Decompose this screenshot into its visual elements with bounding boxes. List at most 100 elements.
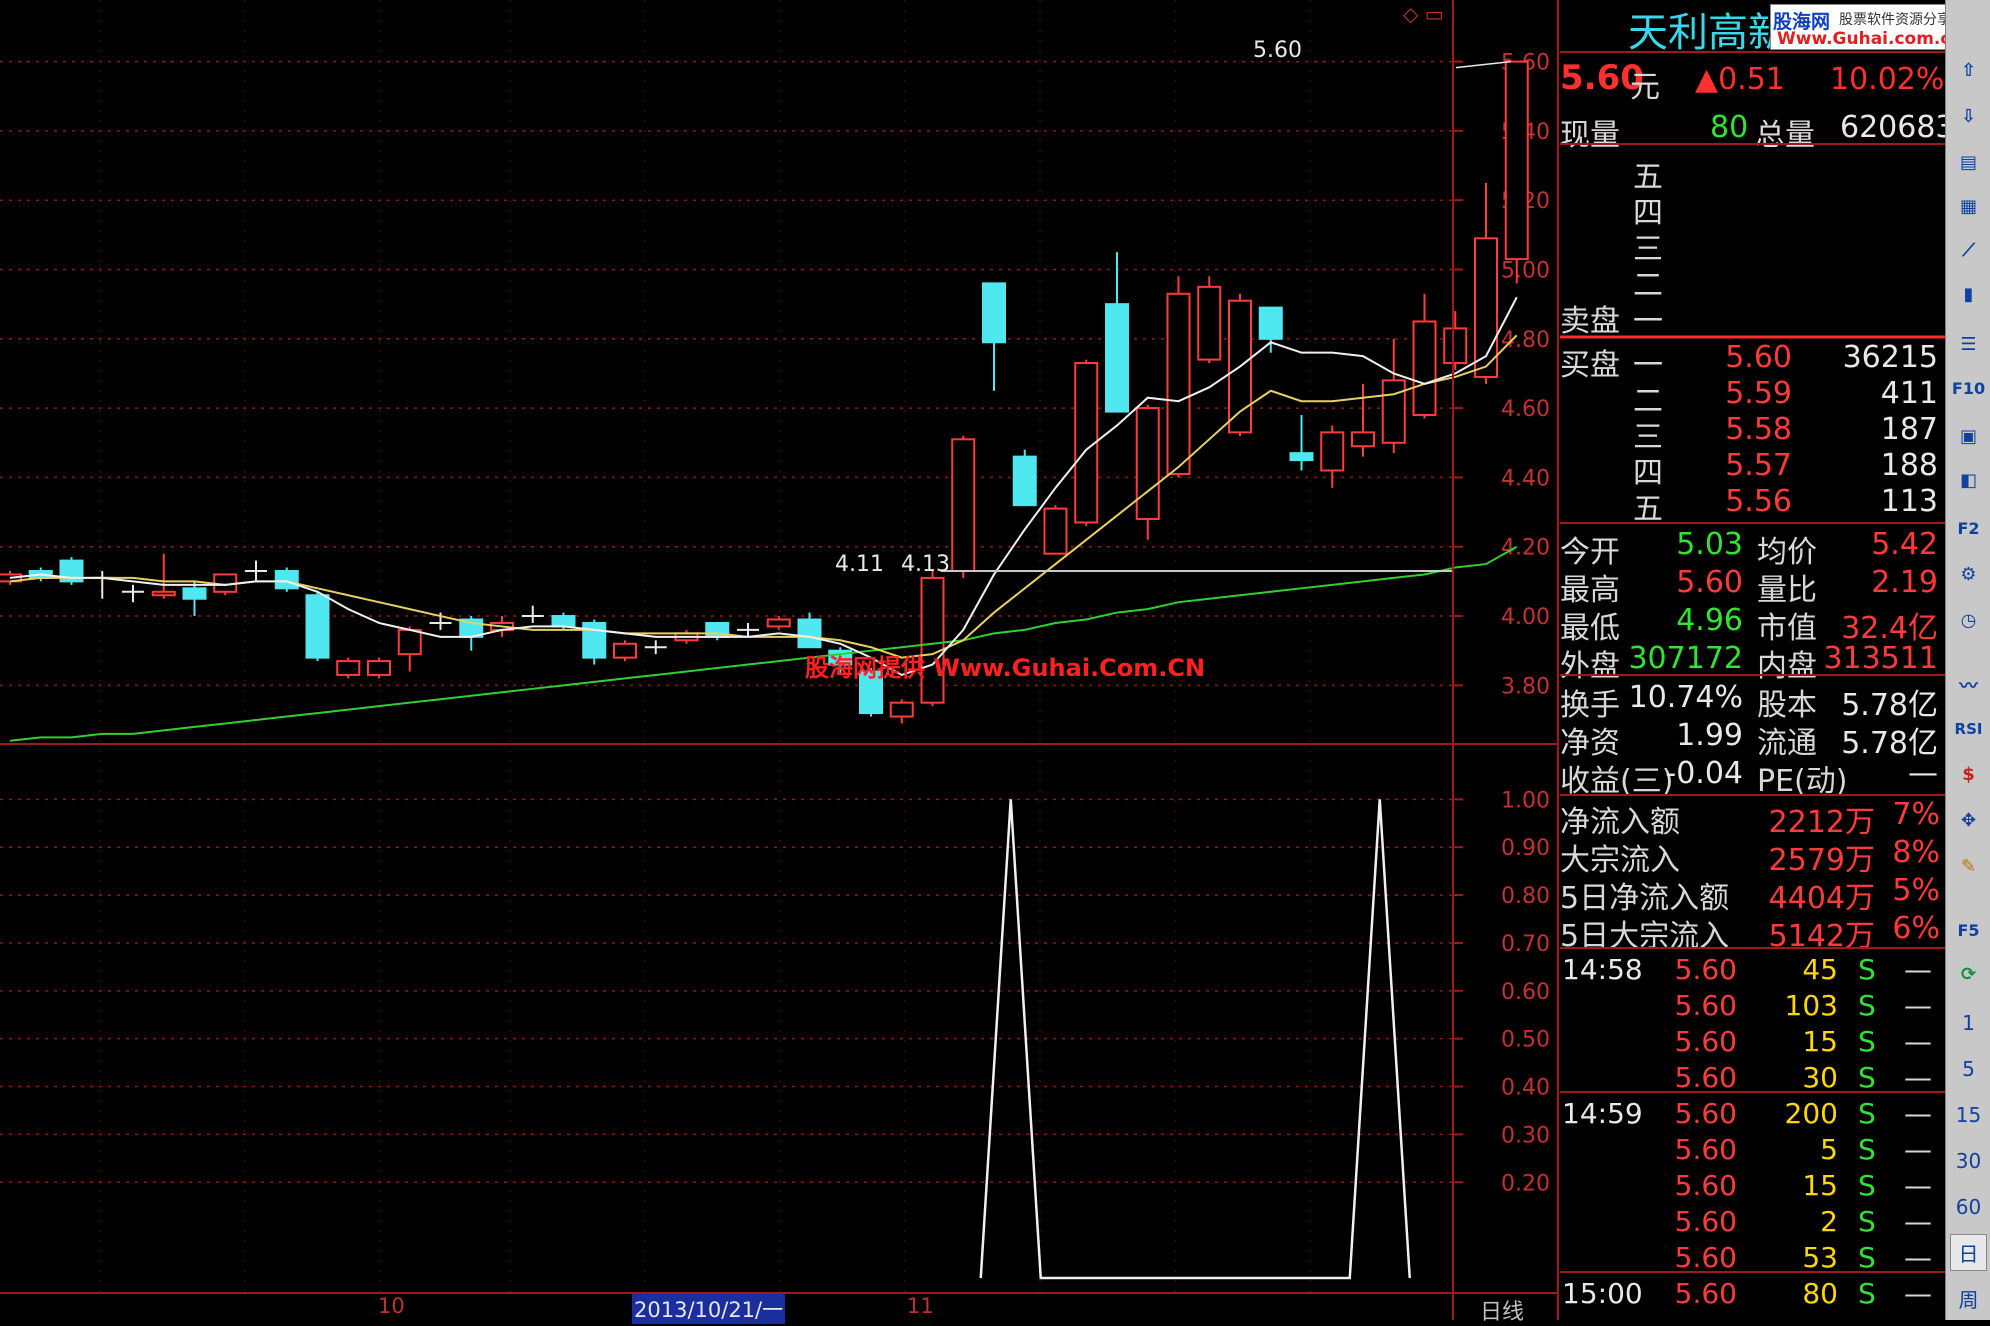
tick-dash: —: [1904, 1277, 1932, 1310]
list-icon[interactable]: ☰: [1950, 326, 1987, 363]
tick-price: 5.60: [1674, 1277, 1737, 1310]
period-day[interactable]: 日: [1950, 1234, 1987, 1271]
flow-pct: 8%: [1892, 835, 1940, 870]
buy-price-1: 5.60: [1725, 340, 1792, 375]
candle: [797, 612, 822, 649]
buy-volume-1: 36215: [1842, 340, 1938, 375]
arrow-down-icon[interactable]: ⇩: [1950, 98, 1987, 135]
f5-button[interactable]: F5: [1950, 912, 1987, 949]
chart-high-label: 5.60: [1253, 38, 1302, 63]
pencil-icon[interactable]: ✎: [1950, 848, 1987, 885]
candle: [1105, 252, 1129, 413]
tick-price: 5.60: [1674, 953, 1737, 986]
dollar-icon[interactable]: $: [1950, 756, 1987, 793]
y-tick-label: 5.00: [1501, 259, 1550, 284]
y-tick-label: 4.00: [1501, 605, 1550, 630]
watermark-slogan: 股票软件资源分享: [1839, 12, 1951, 28]
candle-body: [982, 282, 1006, 344]
y-tick-label: 1.00: [1501, 788, 1550, 813]
buy-level-5: 五: [1633, 492, 1663, 527]
period-1min[interactable]: 1: [1950, 1004, 1987, 1041]
side-toolbar: ⇧ ⇩ ▤ ▦ ⟋ ▮ ☰ F10 ▣ ◧ F2 ⚙ ◷ 〰 RSI $ ✥ ✎…: [1945, 0, 1990, 1320]
stat-value: 313511: [1823, 641, 1938, 676]
chart-low-label-1: 4.11: [835, 552, 884, 577]
buy-price-5: 5.56: [1725, 484, 1792, 519]
fund-label: 收益(三): [1560, 764, 1674, 799]
candle: [367, 657, 391, 679]
indicator-panel: 1.00 0.90 0.80 0.70 0.60 0.50 0.40 0.30 0.20: [0, 788, 1550, 1280]
period-week[interactable]: 周: [1950, 1280, 1987, 1317]
candle-chart-icon[interactable]: ▮: [1950, 276, 1987, 313]
watermark-url: Www.Guhai.com.cn: [1777, 29, 1963, 49]
sell-panel-label: 卖盘: [1560, 304, 1620, 339]
buy-price-4: 5.57: [1725, 448, 1792, 483]
period-15min[interactable]: 15: [1950, 1096, 1987, 1133]
candle-body: [1412, 320, 1437, 417]
stat-value: 307172: [1628, 641, 1743, 676]
wave-icon[interactable]: 〰: [1950, 666, 1987, 703]
line-chart-icon[interactable]: ⟋: [1950, 232, 1987, 269]
period-60min[interactable]: 60: [1950, 1188, 1987, 1225]
stat-value: 5.60: [1676, 565, 1743, 600]
tick-volume: 5: [1820, 1133, 1838, 1166]
tick-side: S: [1858, 953, 1876, 986]
tick-price: 5.60: [1674, 1205, 1737, 1238]
buy-volume-2: 411: [1880, 376, 1938, 411]
refresh-icon[interactable]: ⟳: [1950, 956, 1987, 993]
gear-icon[interactable]: ⚙: [1950, 556, 1987, 593]
flow-pct: 6%: [1892, 911, 1940, 946]
arrow-up-icon[interactable]: ⇧: [1950, 52, 1987, 89]
tick-dash: —: [1904, 1133, 1932, 1166]
tick-side: S: [1858, 1169, 1876, 1202]
candle-body: [1012, 455, 1037, 507]
candle: [1012, 449, 1037, 507]
candle: [1351, 383, 1375, 457]
clock-icon[interactable]: ◷: [1950, 602, 1987, 639]
x-axis-label-oct: 10: [378, 1294, 405, 1318]
stat-label: 外盘: [1560, 649, 1620, 684]
period-5min[interactable]: 5: [1950, 1050, 1987, 1087]
y-tick-label: 4.80: [1501, 328, 1550, 353]
y-tick-label: 0.30: [1501, 1123, 1550, 1148]
buy-panel-label: 买盘: [1560, 348, 1620, 383]
tick-side: S: [1858, 1097, 1876, 1130]
fund-value: 1.99: [1676, 718, 1743, 753]
stat-value: 5.42: [1871, 527, 1938, 562]
fund-value: —: [1908, 756, 1938, 791]
f2-button[interactable]: F2: [1950, 510, 1987, 547]
tick-volume: 103: [1784, 989, 1838, 1022]
chart-window-icons[interactable]: ◇ ▭: [1403, 2, 1444, 26]
y-tick-label: 4.40: [1501, 466, 1550, 491]
grid: [0, 0, 1453, 1293]
y-tick-label: 0.60: [1501, 980, 1550, 1005]
candle: [59, 557, 84, 585]
tick-volume: 80: [1802, 1277, 1838, 1310]
rsi-button[interactable]: RSI: [1950, 710, 1987, 747]
stock-name: 天利高新: [1628, 10, 1788, 56]
f10-button[interactable]: F10: [1950, 370, 1987, 407]
cur-volume-value: 80: [1710, 110, 1749, 145]
move-icon[interactable]: ✥: [1950, 802, 1987, 839]
y-tick-label: 0.20: [1501, 1171, 1550, 1196]
tick-dash: —: [1904, 989, 1932, 1022]
tick-time: 14:59: [1562, 1097, 1643, 1130]
report-icon[interactable]: ▤: [1950, 144, 1987, 181]
period-label[interactable]: 日线: [1480, 1294, 1524, 1326]
candle: [1043, 505, 1068, 555]
buy-price-2: 5.59: [1725, 376, 1792, 411]
moving-averages: [9, 60, 1518, 742]
news-icon[interactable]: ▣: [1950, 418, 1987, 455]
buy-volume-3: 187: [1880, 412, 1938, 447]
candle-body: [951, 438, 976, 572]
table-icon[interactable]: ▦: [1950, 188, 1987, 225]
period-30min[interactable]: 30: [1950, 1142, 1987, 1179]
candle: [1320, 425, 1345, 488]
buy-volume-4: 188: [1880, 448, 1938, 483]
candle: [951, 435, 976, 578]
y-tick-label: 0.40: [1501, 1076, 1550, 1101]
self-select-icon[interactable]: ◧: [1950, 462, 1987, 499]
candle-body: [1135, 407, 1160, 521]
y-tick-label: 0.80: [1501, 884, 1550, 909]
candle: [1443, 311, 1468, 370]
candle: [766, 616, 791, 630]
